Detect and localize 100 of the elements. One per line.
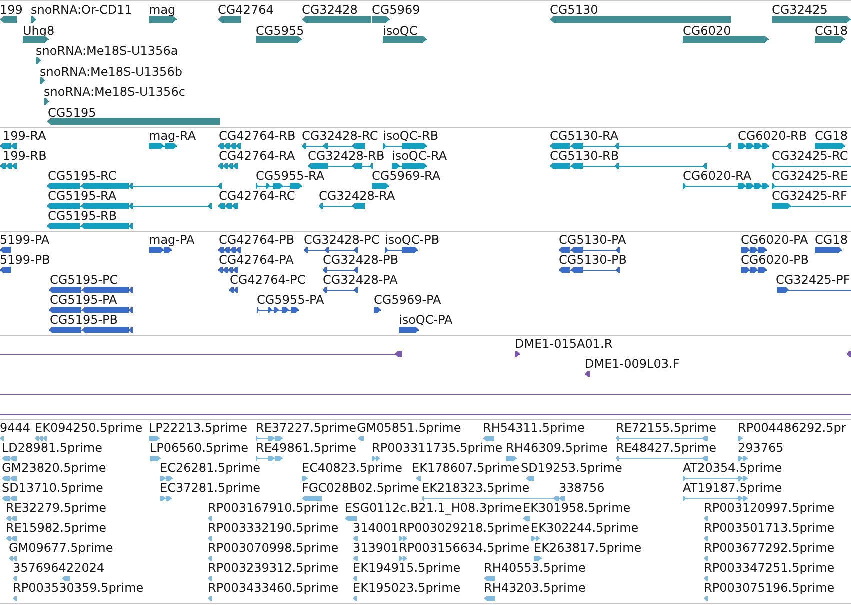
feature-label: RP003070998.5prime <box>208 541 339 555</box>
feature-label: AT19187.5prime <box>683 481 782 495</box>
feature-label: CG5130-PA <box>559 233 626 247</box>
feature-label: LP06560.5prime <box>150 441 249 455</box>
feature-label: SD13710.5prime <box>2 481 104 495</box>
feature-label: RP003167910.5prime <box>208 501 339 515</box>
feature-label: 5199-PB <box>0 253 50 267</box>
feature-label: CG32428-RA <box>319 189 396 203</box>
feature-label: CG32428-PC <box>304 233 380 247</box>
feature-label: EK218323.5prime <box>422 481 530 495</box>
feature-label: CG32425 <box>772 3 828 17</box>
feature-label: snoRNA:Me18S-U1356b <box>40 65 182 79</box>
feature-label: 199-RA <box>3 129 46 143</box>
feature-label: DME1-015A01.R <box>515 337 613 351</box>
feature-label: RH54311.5prime <box>483 421 585 435</box>
feature-label: GM09677.5prime <box>9 541 114 555</box>
feature-label: EK302244.5prime <box>531 521 639 535</box>
feature-label: isoQC <box>383 24 418 38</box>
feature-label: RH46309.5prime <box>506 441 608 455</box>
feature-label: RE72155.5prime <box>616 421 716 435</box>
feature-label: CG6020-RB <box>738 129 808 143</box>
feature-label: snoRNA:Me18S-U1356a <box>36 44 178 58</box>
feature-label: CG5195-RA <box>48 189 117 203</box>
feature-label: CG5130-PB <box>559 253 628 267</box>
feature-label: CG32428-RB <box>308 149 385 163</box>
feature-label: CG5130-RB <box>550 149 620 163</box>
feature-label: EK263817.5prime <box>534 541 642 555</box>
feature-label: CG32428-PA <box>323 273 398 287</box>
feature-label: CG5130 <box>550 3 598 17</box>
feature-label: 314001 <box>353 521 399 535</box>
feature-label: CG5955-RA <box>256 169 325 183</box>
feature-label: CG18 <box>815 233 848 247</box>
feature-label: CG5130-RA <box>550 129 619 143</box>
feature-label: LD28981.5prime <box>2 441 103 455</box>
feature-label: RE48427.5prime <box>616 441 716 455</box>
feature-label: RP003677292.5prime <box>704 541 835 555</box>
feature-label: 313901 <box>353 541 399 555</box>
feature-label: RE15982.5prime <box>6 521 106 535</box>
feature-label: EK195023.5prime <box>353 581 461 595</box>
feature-label: CG5195-RB <box>48 209 118 223</box>
feature-label: EC37281.5prime <box>160 481 261 495</box>
feature-label: CG18 <box>815 24 848 38</box>
feature-label: mag-RA <box>149 129 196 143</box>
feature-label: CG42764-PA <box>219 253 294 267</box>
feature-label: isoQC-PB <box>385 233 440 247</box>
feature-label: CG32428 <box>302 3 358 17</box>
feature-label: CG18 <box>815 129 848 143</box>
feature-label: CG6020-PA <box>741 233 808 247</box>
feature-label: RP003433460.5prime <box>208 581 339 595</box>
feature-label: RE32279.5prime <box>6 501 106 515</box>
feature-label: EC26281.5prime <box>160 461 261 475</box>
feature-label: CG32425-RF <box>772 189 848 203</box>
feature-label: SD19253.5prime <box>521 461 622 475</box>
feature-label: isoQC-PA <box>399 313 453 327</box>
feature-label: 357696422024 <box>13 561 105 575</box>
feature-label: GM23820.5prime <box>2 461 106 475</box>
feature-label: RP003347251.5prime <box>704 561 835 575</box>
feature-label: CG42764-PC <box>230 273 306 287</box>
feature-label: CG32425-RC <box>772 149 848 163</box>
feature-label: 199-RB <box>3 149 47 163</box>
feature-label: RP003029218.5prime <box>399 521 530 535</box>
feature-label: CG32425-PF <box>776 273 850 287</box>
feature-label: CG5195-PC <box>50 273 118 287</box>
feature-label: RH43203.5prime <box>484 581 586 595</box>
feature-label: RP003311735.5prime <box>372 441 503 455</box>
feature-label: GM05851.5prime <box>357 421 462 435</box>
feature-label: RE37227.5prime <box>256 421 356 435</box>
feature-label: EK301958.5prime <box>523 501 631 515</box>
feature-label: mag <box>149 3 176 17</box>
feature-label: 9444 <box>0 421 31 435</box>
feature-label: FGC028B02.5prime <box>302 481 420 495</box>
feature-label: RE49861.5prime <box>256 441 356 455</box>
feature-label: CG6020-RA <box>683 169 752 183</box>
feature-label: RP004486292.5pr <box>738 421 846 435</box>
feature-label: CG42764-RC <box>219 189 296 203</box>
feature-label: LP22213.5prime <box>149 421 248 435</box>
feature-label: CG5195-PB <box>50 313 118 327</box>
feature-label: CG6020-PB <box>741 253 810 267</box>
feature-label: CG42764-RA <box>219 149 296 163</box>
feature-label: 293765 <box>738 441 784 455</box>
feature-label: RP003156634.5prime <box>399 541 530 555</box>
feature-label: EK094250.5prime <box>35 421 143 435</box>
feature-label: CG5955 <box>256 24 304 38</box>
feature-label: Uhg8 <box>23 24 55 38</box>
feature-label: snoRNA:Or-CD11 <box>31 3 132 17</box>
feature-label: CG5195-RC <box>48 169 117 183</box>
feature-label: CG5969 <box>372 3 420 17</box>
feature-label: RP003332190.5prime <box>208 521 339 535</box>
feature-label: 199 <box>0 3 23 17</box>
feature-label: CG42764-PB <box>219 233 295 247</box>
feature-label: RP003530359.5prime <box>13 581 144 595</box>
feature-label: CG6020 <box>683 24 732 38</box>
feature-label: CG5195-PA <box>50 293 118 307</box>
feature-label: CG5955-PA <box>257 293 324 307</box>
feature-label: isoQC-RA <box>392 149 448 163</box>
feature-label: RP003120997.5prime <box>704 501 835 515</box>
feature-label: ESG0112c.B21.1_H08.3prime <box>345 501 522 515</box>
feature-label: CG32428-RC <box>302 129 378 143</box>
feature-label: CG5195 <box>48 106 96 120</box>
feature-label: DME1-009L03.F <box>585 357 680 371</box>
